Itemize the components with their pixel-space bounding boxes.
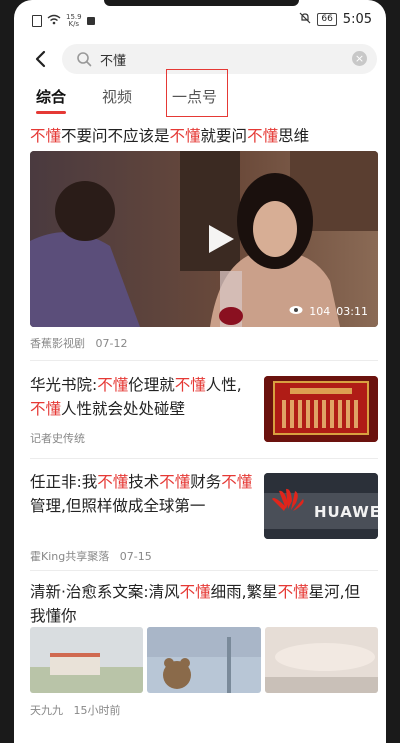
title-highlight: 不懂 xyxy=(247,127,279,145)
thumbnail-logo-text: HUAWEI xyxy=(314,503,378,521)
publish-date: 07-15 xyxy=(119,550,152,563)
back-arrow-icon[interactable] xyxy=(32,50,50,68)
video-stats: 104 03:11 xyxy=(289,305,368,318)
title-text: 华光书院: xyxy=(30,376,98,394)
feed-item-meta: 香蕉影视剧 07-12 xyxy=(30,335,127,351)
gallery-image[interactable] xyxy=(30,627,144,693)
source-name: 香蕉影视剧 xyxy=(30,337,85,350)
title-highlight: 不懂 xyxy=(30,400,62,418)
title-highlight: 不懂 xyxy=(97,376,129,394)
title-text: 管理,但照样做成全球第一 xyxy=(30,497,206,515)
title-highlight: 不懂 xyxy=(97,473,129,491)
feed-item-title[interactable]: 华光书院:不懂伦理就不懂人性,不懂人性就会处处碰壁 xyxy=(30,373,255,421)
title-highlight: 不懂 xyxy=(174,376,206,394)
title-text: 财务 xyxy=(190,473,222,491)
feed-item-title[interactable]: 任正非:我不懂技术不懂财务不懂管理,但照样做成全球第一 xyxy=(30,470,255,518)
gallery-image[interactable] xyxy=(264,627,378,693)
network-speed-unit: K/s xyxy=(68,20,80,28)
title-text: 不要问不应该是 xyxy=(61,127,170,145)
gallery-image[interactable] xyxy=(147,627,261,693)
article-thumbnail[interactable] xyxy=(264,376,378,442)
feed-item-meta: 记者史传统 xyxy=(30,430,85,446)
eye-icon xyxy=(289,305,303,318)
plaque-image xyxy=(264,376,378,442)
clock: 5:05 xyxy=(342,12,372,27)
camera-notch xyxy=(104,0,299,6)
phone-screen: 15.9 K/s 66 5:05 不懂 × 综合 视频 一点号 不懂不要问不应该… xyxy=(14,0,386,743)
status-bar: 15.9 K/s 66 5:05 xyxy=(14,10,386,34)
highlight-box xyxy=(166,69,228,117)
title-highlight: 不懂 xyxy=(30,127,62,145)
title-text: 就要问 xyxy=(200,127,248,145)
title-text: 人性, xyxy=(205,376,242,394)
title-highlight: 不懂 xyxy=(179,583,211,601)
sim-icon xyxy=(32,15,42,27)
video-thumbnail[interactable]: 104 03:11 xyxy=(30,151,378,327)
source-name: 霍King共享聚落 xyxy=(30,550,110,563)
title-highlight: 不懂 xyxy=(277,583,309,601)
article-thumbnail[interactable]: HUAWEI xyxy=(264,473,378,539)
title-text: 技术 xyxy=(128,473,160,491)
title-text: 清新·治愈系文案:清风 xyxy=(30,583,180,601)
clear-icon[interactable]: × xyxy=(352,51,367,66)
network-speed: 15.9 K/s xyxy=(66,14,82,28)
divider xyxy=(30,570,378,571)
title-text: 人性就会处处碰壁 xyxy=(61,400,186,418)
play-icon[interactable] xyxy=(206,223,236,259)
tab-comprehensive[interactable]: 综合 xyxy=(36,86,66,107)
feed-item-title[interactable]: 清新·治愈系文案:清风不懂细雨,繁星不懂星河,但我懂你 xyxy=(30,580,375,628)
video-scene xyxy=(30,151,378,327)
title-highlight: 不懂 xyxy=(221,473,253,491)
battery-indicator: 66 xyxy=(317,13,337,26)
feed-item-title[interactable]: 不懂不要问不应该是不懂就要问不懂思维 xyxy=(30,124,375,148)
title-text: 伦理就 xyxy=(128,376,175,394)
notification-icon xyxy=(86,17,95,25)
video-duration: 03:11 xyxy=(336,305,368,318)
title-text: 细雨,繁星 xyxy=(210,583,278,601)
image-gallery[interactable] xyxy=(30,627,378,693)
feed-item-meta: 霍King共享聚落 07-15 xyxy=(30,548,152,564)
tab-video[interactable]: 视频 xyxy=(102,86,132,107)
title-highlight: 不懂 xyxy=(159,473,191,491)
publish-date: 07-12 xyxy=(95,337,128,350)
mute-icon xyxy=(299,12,311,27)
title-highlight: 不懂 xyxy=(169,127,201,145)
title-text: 思维 xyxy=(278,127,310,145)
search-query: 不懂 xyxy=(100,54,127,69)
feed-item-meta: 天九九 15小时前 xyxy=(30,702,121,718)
divider xyxy=(30,360,378,361)
view-count: 104 xyxy=(309,305,331,318)
active-tab-indicator xyxy=(36,111,66,114)
divider xyxy=(30,458,378,459)
wifi-icon xyxy=(47,14,61,28)
title-text: 任正非:我 xyxy=(30,473,98,491)
publish-date: 15小时前 xyxy=(73,704,121,717)
search-icon xyxy=(76,51,92,71)
source-name: 记者史传统 xyxy=(30,432,85,445)
source-name: 天九九 xyxy=(30,704,63,717)
